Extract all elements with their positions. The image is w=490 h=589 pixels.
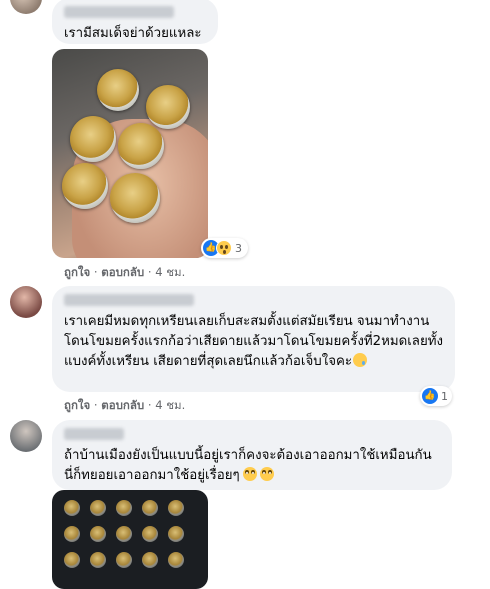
- separator: ·: [144, 398, 156, 412]
- reply-link[interactable]: ตอบกลับ: [101, 265, 144, 279]
- like-link[interactable]: ถูกใจ: [64, 265, 90, 279]
- comment-text: เรามีสมเด็จย่าด้วยแหละ: [64, 26, 202, 41]
- reaction-count: 1: [441, 389, 448, 403]
- coin-slot: [142, 526, 158, 542]
- crying-emoji-icon: [353, 353, 368, 367]
- coin: [62, 163, 108, 209]
- comment-bubble: เราเคยมีหมดทุกเหรียนเลยเก็บสะสมตั้งแต่สม…: [52, 286, 455, 392]
- coin: [97, 69, 139, 111]
- wow-reaction-icon: [216, 240, 232, 256]
- comment-bubble: ถ้าบ้านเมืองยังเป็นแบบนี้อยู่เราก็คงจะต้…: [52, 420, 452, 490]
- coin-slot: [64, 552, 80, 568]
- commenter-avatar[interactable]: [10, 286, 42, 318]
- coin-slot: [168, 552, 184, 568]
- comment-text: เราเคยมีหมดทุกเหรียนเลยเก็บสะสมตั้งแต่สม…: [64, 314, 443, 369]
- coin-slot: [90, 526, 106, 542]
- comment-actions: ถูกใจ · ตอบกลับ · 4 ชม.: [64, 397, 185, 415]
- coin-slot: [116, 500, 132, 516]
- separator: ·: [144, 265, 156, 279]
- reaction-summary[interactable]: 👍 1: [420, 386, 452, 406]
- timestamp[interactable]: 4 ชม.: [155, 398, 185, 412]
- coin: [118, 123, 164, 169]
- commenter-avatar[interactable]: [10, 420, 42, 452]
- separator: ·: [90, 398, 102, 412]
- separator: ·: [90, 265, 102, 279]
- coin: [146, 85, 190, 129]
- comment-actions: ถูกใจ · ตอบกลับ · 4 ชม.: [64, 264, 185, 282]
- timestamp[interactable]: 4 ชม.: [155, 265, 185, 279]
- coin-slot: [116, 526, 132, 542]
- eye-roll-emoji-icon: [242, 467, 257, 481]
- commenter-name-blurred[interactable]: [64, 428, 124, 440]
- coin-slot: [64, 500, 80, 516]
- coin-slot: [168, 500, 184, 516]
- comment-bubble: เรามีสมเด็จย่าด้วยแหละ: [52, 0, 218, 44]
- coin-slot: [168, 526, 184, 542]
- reply-link[interactable]: ตอบกลับ: [101, 398, 144, 412]
- commenter-name-blurred[interactable]: [64, 294, 194, 306]
- coin: [70, 116, 116, 162]
- coin-slot: [90, 552, 106, 568]
- coin-slot: [142, 552, 158, 568]
- reaction-count: 3: [235, 241, 242, 255]
- commenter-avatar[interactable]: [10, 0, 42, 14]
- like-link[interactable]: ถูกใจ: [64, 398, 90, 412]
- coin-slot: [142, 500, 158, 516]
- coin-slot: [116, 552, 132, 568]
- eye-roll-emoji-icon: [259, 467, 274, 481]
- coin: [110, 173, 160, 223]
- coin-slot: [64, 526, 80, 542]
- commenter-name-blurred[interactable]: [64, 6, 174, 18]
- coin-slot: [90, 500, 106, 516]
- comment-photo-coin-album[interactable]: [52, 490, 208, 589]
- comment-photo-coins[interactable]: [52, 49, 208, 258]
- reaction-summary[interactable]: 👍 3: [201, 238, 248, 258]
- like-reaction-icon: 👍: [422, 388, 438, 404]
